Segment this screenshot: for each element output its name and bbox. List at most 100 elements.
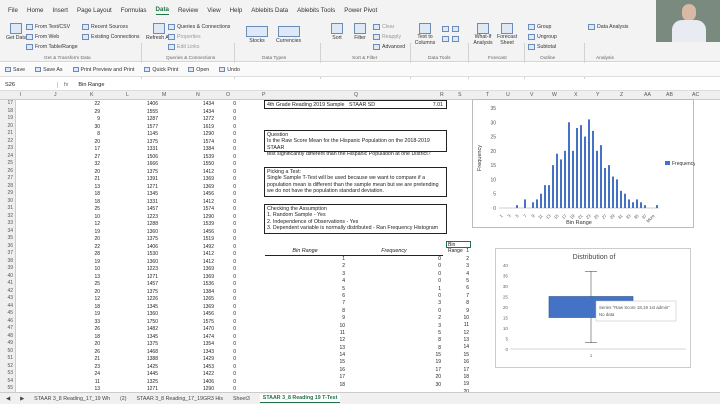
frequency-value[interactable]: 8: [347, 337, 443, 344]
cell-value[interactable]: 26: [74, 326, 100, 332]
cell-value[interactable]: 0: [210, 146, 236, 152]
cell-value[interactable]: 9: [74, 116, 100, 122]
cell-value[interactable]: 0: [210, 169, 236, 175]
cell-value[interactable]: 0: [210, 154, 236, 160]
cell-value[interactable]: 1445: [132, 371, 158, 377]
tab-insert[interactable]: Insert: [53, 7, 68, 14]
column-header-k[interactable]: K: [90, 92, 93, 98]
column-header-o[interactable]: O: [226, 92, 230, 98]
cell-value[interactable]: 1345: [132, 304, 158, 310]
cell-value[interactable]: 0: [210, 274, 236, 280]
tab-review[interactable]: Review: [178, 7, 198, 14]
cell-value[interactable]: 0: [210, 206, 236, 212]
cell-value[interactable]: 19: [74, 229, 100, 235]
from-text-csv-button[interactable]: From Text/CSV: [26, 24, 70, 30]
row-header[interactable]: 21: [0, 130, 15, 138]
row-header[interactable]: 49: [0, 340, 15, 348]
cell-value[interactable]: 1457: [132, 281, 158, 287]
tab-page-layout[interactable]: Page Layout: [77, 7, 112, 14]
cell-value[interactable]: 30: [74, 124, 100, 130]
cell-value[interactable]: 0: [210, 244, 236, 250]
cell-value[interactable]: 20: [74, 169, 100, 175]
column-header-q[interactable]: Q: [354, 92, 358, 98]
bin-side-value[interactable]: 3: [446, 263, 471, 270]
cell-value[interactable]: 29: [74, 109, 100, 115]
cell-value[interactable]: 0: [210, 304, 236, 310]
forecast-sheet-button[interactable]: Forecast Sheet: [497, 23, 517, 46]
cell-value[interactable]: 0: [210, 116, 236, 122]
cell-value[interactable]: 18: [74, 334, 100, 340]
bin-side-value[interactable]: 8: [446, 300, 471, 307]
row-header[interactable]: 34: [0, 228, 15, 236]
cell-value[interactable]: 0: [210, 379, 236, 385]
bin-value[interactable]: 17: [265, 374, 347, 381]
cell-value[interactable]: 0: [210, 199, 236, 205]
row-header[interactable]: 35: [0, 235, 15, 243]
cell-value[interactable]: 10: [74, 266, 100, 272]
bin-side-value[interactable]: 5: [446, 278, 471, 285]
cell-value[interactable]: 1375: [132, 236, 158, 242]
sheet-tab[interactable]: Sheet3: [233, 396, 250, 402]
cell-value[interactable]: 1375: [132, 169, 158, 175]
column-header-m[interactable]: M: [162, 92, 166, 98]
edit-links-button[interactable]: Edit Links: [168, 44, 200, 50]
frequency-value[interactable]: 3: [347, 300, 443, 307]
cell-value[interactable]: 1345: [132, 191, 158, 197]
frequency-histogram-chart[interactable]: 0 5 10 15 20 25 30 35 1 3 5 7 9 11 13 15 17 19 21 23 25 27 29 3…: [472, 99, 696, 228]
cell-value[interactable]: 0: [210, 101, 236, 107]
cell-value[interactable]: 32: [74, 161, 100, 167]
cell-value[interactable]: 1223: [132, 266, 158, 272]
cell-value[interactable]: 21: [74, 356, 100, 362]
cell-value[interactable]: 23: [74, 364, 100, 370]
sheet-tab[interactable]: STAAR 3_8 Reading 19 T-Test: [259, 394, 341, 403]
bin-value[interactable]: 12: [265, 337, 347, 344]
row-header[interactable]: 18: [0, 108, 15, 116]
cell-value[interactable]: 1325: [132, 379, 158, 385]
cell-value[interactable]: 1388: [132, 356, 158, 362]
column-header-l[interactable]: L: [126, 92, 129, 98]
cell-value[interactable]: 1375: [132, 139, 158, 145]
cell-value[interactable]: 18: [74, 304, 100, 310]
row-header[interactable]: 37: [0, 250, 15, 258]
group-button[interactable]: Group: [528, 24, 551, 30]
tab-file[interactable]: File: [8, 7, 18, 14]
cell-value[interactable]: 1406: [132, 244, 158, 250]
cell-value[interactable]: 0: [210, 251, 236, 257]
bin-side-value[interactable]: 2: [446, 256, 471, 263]
row-header[interactable]: 29: [0, 190, 15, 198]
cell-value[interactable]: 1506: [132, 154, 158, 160]
frequency-value[interactable]: 17: [347, 367, 443, 374]
bin-side-value[interactable]: 18: [446, 374, 471, 381]
cell-value[interactable]: 1345: [132, 334, 158, 340]
cell-value[interactable]: 0: [210, 266, 236, 272]
sample-header-cell[interactable]: 4th Grade Reading 2019 Sample STAAR SD 7…: [264, 100, 447, 109]
data-analysis-button[interactable]: Data Analysis: [588, 24, 628, 30]
cell-value[interactable]: 0: [210, 139, 236, 145]
ungroup-button[interactable]: Ungroup: [528, 34, 557, 40]
frequency-value[interactable]: 19: [347, 359, 443, 366]
cell-value[interactable]: 0: [210, 131, 236, 137]
cell-value[interactable]: 0: [210, 259, 236, 265]
cell-value[interactable]: 0: [210, 191, 236, 197]
bin-value[interactable]: 9: [265, 315, 347, 322]
cell-value[interactable]: 1271: [132, 184, 158, 190]
frequency-value[interactable]: 0: [347, 256, 443, 263]
clear-button[interactable]: Clear: [373, 24, 394, 30]
scroll-left-icon[interactable]: ◀: [6, 396, 10, 402]
row-header[interactable]: 26: [0, 168, 15, 176]
bin-side-value[interactable]: 9: [446, 308, 471, 315]
cell-value[interactable]: 20: [74, 341, 100, 347]
cell-value[interactable]: 0: [210, 371, 236, 377]
column-header-r[interactable]: R: [440, 92, 444, 98]
bin-value[interactable]: 6: [265, 293, 347, 300]
cell-value[interactable]: 20: [74, 289, 100, 295]
cell-value[interactable]: 1482: [132, 326, 158, 332]
cell-value[interactable]: 0: [210, 334, 236, 340]
cell-value[interactable]: 27: [74, 154, 100, 160]
tab-formulas[interactable]: Formulas: [121, 7, 147, 14]
cell-value[interactable]: 12: [74, 296, 100, 302]
cell-value[interactable]: 1360: [132, 229, 158, 235]
row-header[interactable]: 51: [0, 355, 15, 363]
cell-value[interactable]: 10: [74, 214, 100, 220]
cell-value[interactable]: 18: [74, 199, 100, 205]
